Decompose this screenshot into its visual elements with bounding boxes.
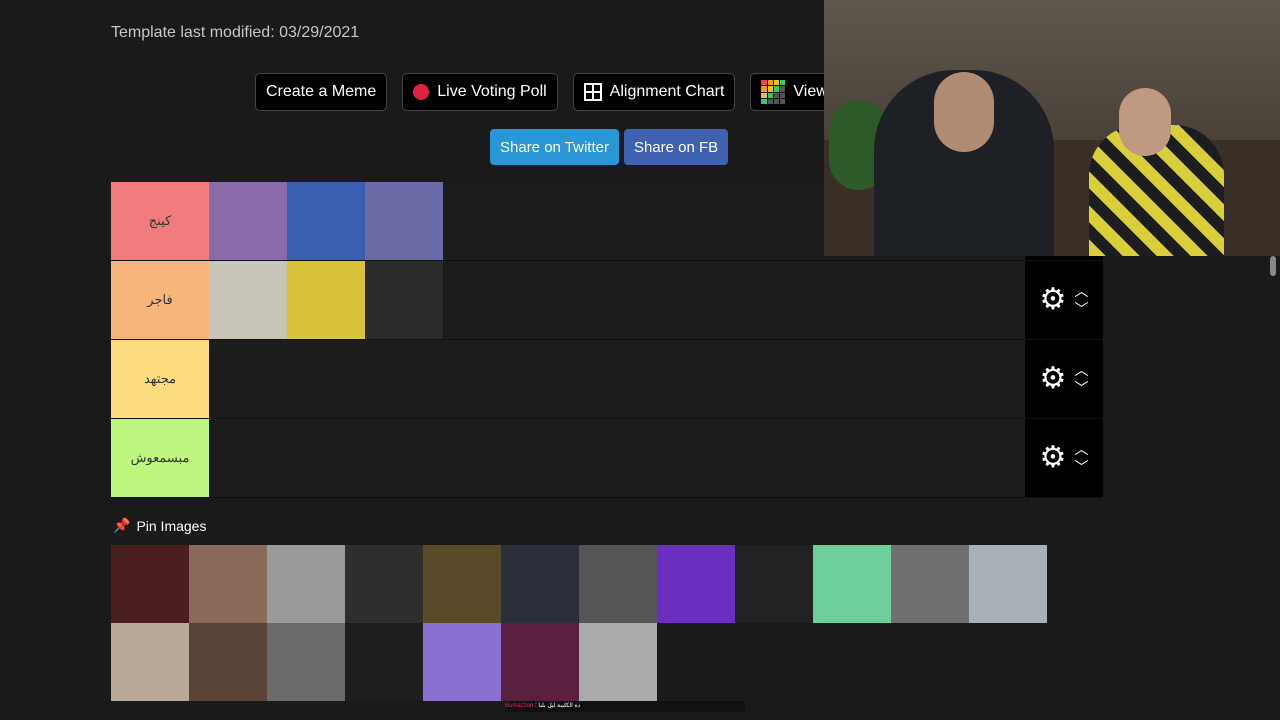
chevron-down-icon[interactable]: ﹀ — [1074, 302, 1088, 316]
pool-image[interactable] — [423, 545, 501, 623]
tier-row: مبسمعوش ⚙ ︿ ﹀ — [111, 419, 1103, 498]
pin-images-toggle[interactable]: 📌 Pin Images — [113, 517, 206, 534]
view-label: View — [793, 83, 828, 100]
chevron-down-icon[interactable]: ﹀ — [1074, 460, 1088, 474]
pool-image[interactable] — [969, 545, 1047, 623]
record-dot-icon — [413, 84, 430, 100]
pool-image[interactable] — [501, 623, 579, 701]
tier-label[interactable]: كينج — [111, 182, 209, 260]
pool-image[interactable] — [267, 623, 345, 701]
tiles-icon — [761, 80, 786, 104]
pool-image[interactable] — [735, 545, 813, 623]
chevron-up-icon[interactable]: ︿ — [1074, 363, 1088, 377]
tier-image[interactable] — [365, 182, 443, 260]
pin-images-label: Pin Images — [136, 517, 207, 534]
create-meme-label: Create a Meme — [266, 83, 377, 100]
toolbar: Create a Meme Live Voting Poll Alignment… — [255, 73, 839, 111]
webcam-overlay — [824, 0, 1280, 256]
tier-controls: ⚙ ︿ ﹀ — [1025, 261, 1103, 339]
pool-image[interactable] — [189, 623, 267, 701]
pool-image[interactable] — [345, 545, 423, 623]
alignment-chart-label: Alignment Chart — [609, 83, 725, 100]
tier-row: مجتهد ⚙ ︿ ﹀ — [111, 340, 1103, 419]
grid-icon — [583, 83, 602, 101]
tier-image[interactable] — [209, 182, 287, 260]
tier-label[interactable]: فاجر — [111, 261, 209, 339]
tier-row: فاجر ⚙ ︿ ﹀ — [111, 261, 1103, 340]
live-voting-label: Live Voting Poll — [437, 83, 547, 100]
gear-icon[interactable]: ⚙ — [1040, 285, 1067, 315]
tier-items — [209, 261, 1025, 339]
pool-image[interactable] — [423, 623, 501, 701]
pool-image[interactable] — [501, 545, 579, 623]
pool-image[interactable] — [891, 545, 969, 623]
pool-image[interactable] — [189, 545, 267, 623]
tier-controls: ⚙ ︿ ﹀ — [1025, 419, 1103, 497]
tier-image[interactable] — [287, 261, 365, 339]
chevron-up-icon[interactable]: ︿ — [1074, 284, 1088, 298]
pool-image[interactable] — [579, 623, 657, 701]
template-modified-text: Template last modified: 03/29/2021 — [111, 24, 360, 41]
tier-label[interactable]: مجتهد — [111, 340, 209, 418]
share-facebook-button[interactable]: Share on FB — [623, 129, 729, 165]
gear-icon[interactable]: ⚙ — [1040, 443, 1067, 473]
tier-items — [209, 419, 1025, 497]
image-pool — [111, 545, 1051, 701]
pin-icon: 📌 — [113, 517, 131, 533]
scrollbar-thumb[interactable] — [1270, 256, 1276, 276]
live-voting-poll-button[interactable]: Live Voting Poll — [402, 73, 558, 111]
alignment-chart-button[interactable]: Alignment Chart — [572, 73, 736, 111]
tier-image[interactable] — [209, 261, 287, 339]
pool-image[interactable] — [111, 545, 189, 623]
pool-image[interactable] — [813, 545, 891, 623]
create-meme-button[interactable]: Create a Meme — [255, 73, 388, 111]
pool-image[interactable] — [267, 545, 345, 623]
tier-items — [209, 340, 1025, 418]
tier-controls: ⚙ ︿ ﹀ — [1025, 340, 1103, 418]
chevron-down-icon[interactable]: ﹀ — [1074, 381, 1088, 395]
pool-image[interactable] — [579, 545, 657, 623]
tier-image[interactable] — [365, 261, 443, 339]
caption-name: Bumazzen — [505, 703, 534, 709]
tier-image[interactable] — [287, 182, 365, 260]
chevron-up-icon[interactable]: ︿ — [1074, 442, 1088, 456]
share-twitter-button[interactable]: Share on Twitter — [490, 129, 619, 165]
pool-image[interactable] — [111, 623, 189, 701]
caption-text: دة الكليبة ليل بلبا — [538, 703, 581, 709]
pool-image[interactable] — [345, 623, 423, 701]
stream-caption: Bumazzen : دة الكليبة ليل بلبا — [505, 701, 745, 712]
pool-image[interactable] — [657, 545, 735, 623]
gear-icon[interactable]: ⚙ — [1040, 364, 1067, 394]
share-row: Share on Twitter Share on FB — [490, 129, 729, 165]
tier-label[interactable]: مبسمعوش — [111, 419, 209, 497]
